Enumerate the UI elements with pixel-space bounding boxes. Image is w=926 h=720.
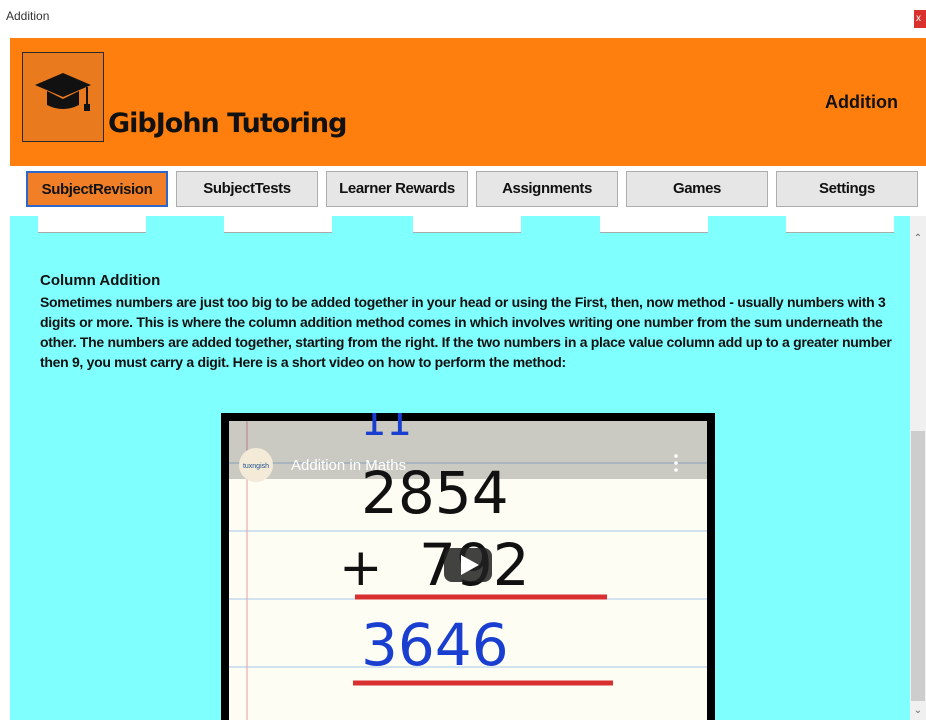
thumbnail-strip [786,216,894,232]
window-title: Addition [6,9,50,23]
tab-settings[interactable]: Settings [776,171,918,207]
page-title: Addition [825,92,898,112]
video-player[interactable]: tuxngish Addition in Maths 11 2854 + 792… [221,399,715,720]
tab-learner-rewards[interactable]: Learner Rewards [326,171,468,207]
scroll-up-icon[interactable]: ⌃ [910,232,926,246]
thumbnail-strip [38,216,146,232]
video-frame: tuxngish Addition in Maths 11 2854 + 792… [229,399,707,720]
plus-sign: + [339,538,383,598]
window-titlebar: Addition x [0,0,926,38]
thumbnail-strip [600,216,708,232]
graduation-cap-icon [35,73,91,111]
thumbnail-strip [224,216,332,232]
carry-digits: 11 [361,413,412,445]
channel-logo: tuxngish [243,463,269,470]
tab-games[interactable]: Games [626,171,768,207]
vertical-scrollbar[interactable]: ⌃ ⌄ [910,216,926,720]
tab-subject-revision[interactable]: SubjectRevision [26,171,168,207]
nav-tabs: SubjectRevision SubjectTests Learner Rew… [10,166,926,216]
section-paragraph: Sometimes numbers are just too big to be… [40,294,892,370]
tab-subject-tests[interactable]: SubjectTests [176,171,318,207]
result-number: 3646 [361,611,509,679]
scrollbar-thumb[interactable] [911,431,925,701]
content-panel: Column Addition Sometimes numbers are ju… [10,216,910,720]
scroll-down-icon[interactable]: ⌄ [910,704,926,718]
vertical-dots-icon[interactable] [674,454,678,472]
first-number: 2854 [361,459,509,527]
thumbnail-strip [413,216,521,232]
close-button[interactable]: x [914,10,926,28]
brand-title: GibJohn Tutoring [108,108,347,139]
tab-assignments[interactable]: Assignments [476,171,618,207]
logo [22,52,104,142]
play-icon[interactable] [444,548,492,582]
section-title: Column Addition [40,272,161,289]
app-header: GibJohn Tutoring Addition [10,38,926,166]
